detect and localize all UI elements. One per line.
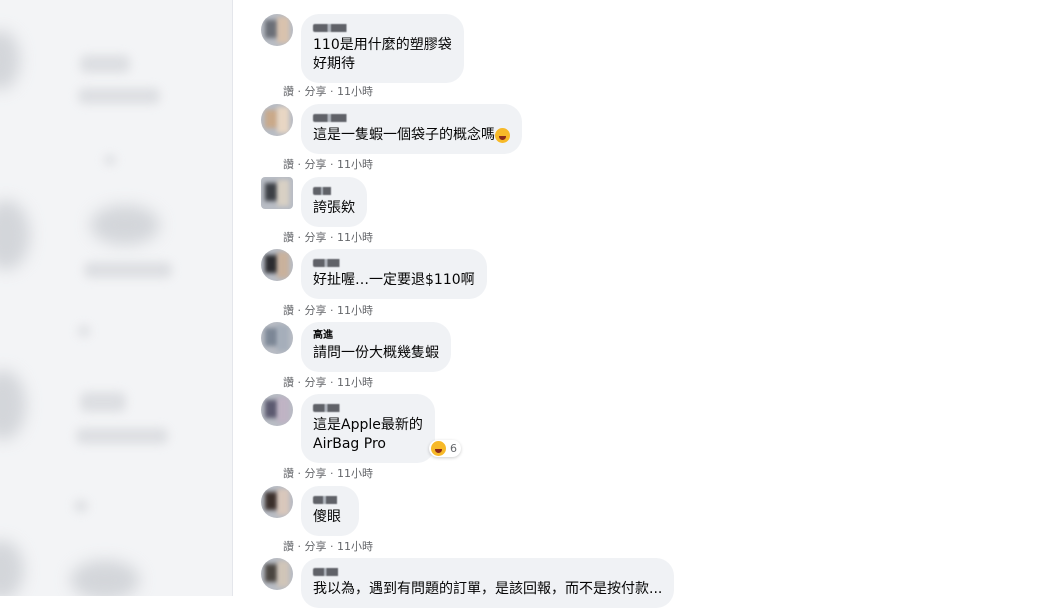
commenter-avatar[interactable] [261, 249, 293, 281]
comment-time[interactable]: 11小時 [337, 231, 373, 244]
like-link[interactable]: 讚 [283, 158, 294, 171]
comment-author[interactable] [313, 259, 351, 267]
share-link[interactable]: 分享 [305, 158, 327, 171]
comment-time[interactable]: 11小時 [337, 467, 373, 480]
comment-bubble: 我以為，遇到有問題的訂單，是該回報，而不是按付款... [301, 558, 675, 608]
comment-actions: 讚 · 分享 · 11小時 [283, 302, 373, 318]
separator: · [297, 85, 302, 98]
comment-time[interactable]: 11小時 [337, 158, 373, 171]
separator: · [297, 376, 302, 389]
comment-author[interactable] [313, 568, 349, 576]
comment-author[interactable] [313, 187, 339, 195]
comment-author[interactable] [313, 404, 351, 412]
separator: · [297, 158, 302, 171]
blurred-background-left [0, 0, 232, 596]
comment-bubble: 這是Apple最新的 AirBag Pro [301, 394, 435, 463]
commenter-avatar[interactable] [261, 558, 293, 590]
comment-text-line: 好期待 [313, 56, 355, 72]
comment-text-line: 這是Apple最新的 [313, 417, 423, 433]
comment-text: 這是一隻蝦一個袋子的概念嗎 [313, 127, 495, 143]
separator: · [297, 540, 302, 553]
like-link[interactable]: 讚 [283, 467, 294, 480]
separator: · [330, 540, 334, 553]
comment-time[interactable]: 11小時 [337, 540, 373, 553]
comment-author[interactable]: 高進 [313, 330, 439, 342]
separator: · [330, 304, 334, 317]
comment-text-line: 請問一份大概幾隻蝦 [313, 345, 439, 361]
separator: · [297, 304, 302, 317]
share-link[interactable]: 分享 [305, 467, 327, 480]
comment-actions: 讚 · 分享 · 11小時 [283, 538, 373, 554]
like-link[interactable]: 讚 [283, 231, 294, 244]
comment-text-line: 這是一隻蝦一個袋子的概念嗎 [313, 126, 510, 145]
comment-bubble: 110是用什麼的塑膠袋 好期待 [301, 14, 464, 83]
comment-actions: 讚 · 分享 · 11小時 [283, 83, 373, 99]
share-link[interactable]: 分享 [305, 540, 327, 553]
comment-text-line: 誇張欸 [313, 200, 355, 216]
commenter-avatar[interactable] [261, 177, 293, 209]
comments-panel: 110是用什麼的塑膠袋 好期待 讚 · 分享 · 11小時 這是一隻蝦一個袋子的… [232, 0, 740, 608]
comment-text-line: 好扯喔…一定要退$110啊 [313, 272, 475, 288]
comment-author[interactable] [313, 24, 361, 32]
comment-actions: 讚 · 分享 · 11小時 [283, 465, 373, 481]
comment-text-line: 110是用什麼的塑膠袋 [313, 37, 452, 53]
separator: · [330, 85, 334, 98]
laugh-emoji-icon [495, 127, 510, 143]
comment-bubble: 這是一隻蝦一個袋子的概念嗎 [301, 104, 522, 154]
separator: · [330, 376, 334, 389]
share-link[interactable]: 分享 [305, 376, 327, 389]
comment-time[interactable]: 11小時 [337, 304, 373, 317]
commenter-avatar[interactable] [261, 486, 293, 518]
reaction-count: 6 [450, 442, 457, 455]
comment-bubble: 誇張欸 [301, 177, 367, 227]
like-link[interactable]: 讚 [283, 304, 294, 317]
comment-text-line: 傻眼 [313, 509, 341, 525]
share-link[interactable]: 分享 [305, 304, 327, 317]
like-link[interactable]: 讚 [283, 540, 294, 553]
separator: · [297, 467, 302, 480]
comment-actions: 讚 · 分享 · 11小時 [283, 229, 373, 245]
share-link[interactable]: 分享 [305, 231, 327, 244]
comment-actions: 讚 · 分享 · 11小時 [283, 374, 373, 390]
reaction-summary[interactable]: 6 [429, 440, 461, 457]
commenter-avatar[interactable] [261, 322, 293, 354]
like-link[interactable]: 讚 [283, 376, 294, 389]
share-link[interactable]: 分享 [305, 85, 327, 98]
comment-author[interactable] [313, 496, 347, 504]
separator: · [330, 467, 334, 480]
commenter-avatar[interactable] [261, 104, 293, 136]
commenter-avatar[interactable] [261, 394, 293, 426]
haha-reaction-icon [431, 441, 446, 456]
separator: · [297, 231, 302, 244]
comment-bubble: 好扯喔…一定要退$110啊 [301, 249, 487, 299]
right-blank-area [739, 0, 1060, 596]
comment-actions: 讚 · 分享 · 11小時 [283, 156, 373, 172]
comment-time[interactable]: 11小時 [337, 85, 373, 98]
comment-author[interactable] [313, 114, 361, 122]
commenter-avatar[interactable] [261, 14, 293, 46]
comment-bubble: 傻眼 [301, 486, 359, 536]
like-link[interactable]: 讚 [283, 85, 294, 98]
comment-text-line: AirBag Pro [313, 436, 386, 452]
comment-text-line: 我以為，遇到有問題的訂單，是該回報，而不是按付款... [313, 581, 663, 597]
separator: · [330, 158, 334, 171]
separator: · [330, 231, 334, 244]
comment-time[interactable]: 11小時 [337, 376, 373, 389]
comment-bubble: 高進 請問一份大概幾隻蝦 [301, 322, 451, 372]
